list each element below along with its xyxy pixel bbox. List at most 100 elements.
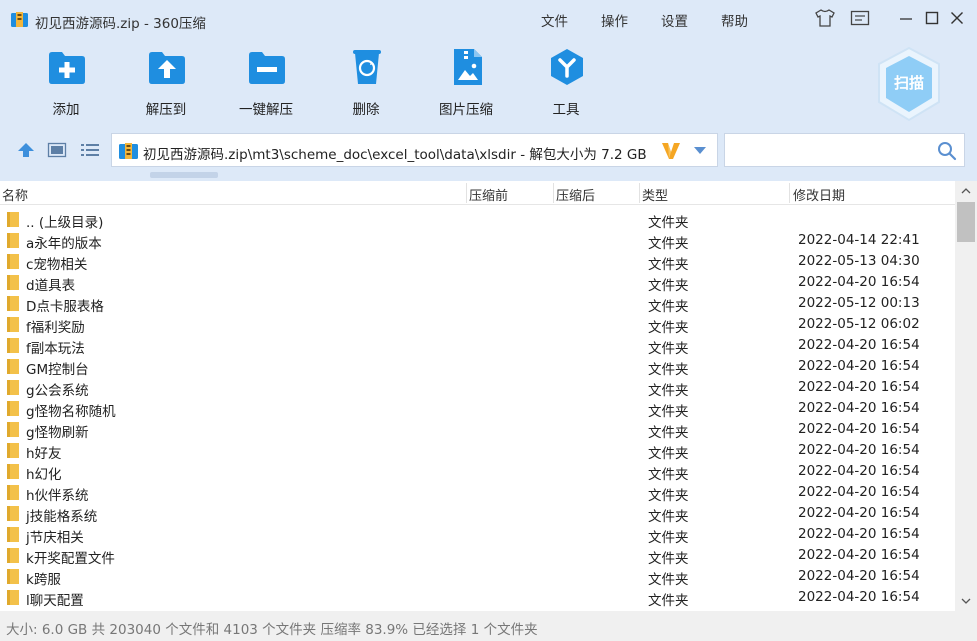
close-button[interactable] xyxy=(946,8,968,28)
file-type: 文件夹 xyxy=(648,404,689,420)
file-row[interactable]: g怪物刷新 文件夹 2022-04-20 16:54 xyxy=(0,419,955,441)
extract-to-button[interactable]: 解压到 xyxy=(120,47,212,121)
column-divider[interactable] xyxy=(789,183,790,203)
maximize-button[interactable] xyxy=(921,8,943,28)
file-row[interactable]: .. (上级目录) 文件夹 xyxy=(0,209,955,231)
file-modified-date: 2022-04-20 16:54 xyxy=(798,547,920,563)
image-compress-button[interactable]: 图片压缩 xyxy=(420,47,512,121)
menu-operation[interactable]: 操作 xyxy=(601,10,628,30)
file-row[interactable]: h伙伴系统 文件夹 2022-04-20 16:54 xyxy=(0,482,955,504)
file-row[interactable]: h好友 文件夹 2022-04-20 16:54 xyxy=(0,440,955,462)
file-row[interactable]: h幻化 文件夹 2022-04-20 16:54 xyxy=(0,461,955,483)
list-view-icon xyxy=(81,144,99,156)
file-row[interactable]: g怪物名称随机 文件夹 2022-04-20 16:54 xyxy=(0,398,955,420)
file-name: d道具表 xyxy=(26,278,76,294)
file-modified-date: 2022-04-20 16:54 xyxy=(798,358,920,374)
file-modified-date: 2022-04-14 22:41 xyxy=(798,232,920,248)
file-row[interactable]: k开奖配置文件 文件夹 2022-04-20 16:54 xyxy=(0,545,955,567)
image-compress-label: 图片压缩 xyxy=(439,102,493,118)
image-file-icon xyxy=(454,49,482,85)
add-label: 添加 xyxy=(52,102,80,118)
extract-to-label: 解压到 xyxy=(145,102,187,118)
file-row[interactable]: j节庆相关 文件夹 2022-04-20 16:54 xyxy=(0,524,955,546)
file-row[interactable]: k跨服 文件夹 2022-04-20 16:54 xyxy=(0,566,955,588)
minimize-button[interactable] xyxy=(895,8,917,28)
column-divider[interactable] xyxy=(466,183,467,203)
file-type: 文件夹 xyxy=(648,446,689,462)
file-modified-date: 2022-04-20 16:54 xyxy=(798,442,920,458)
column-name[interactable]: 名称 xyxy=(2,185,28,204)
search-icon[interactable] xyxy=(937,141,957,161)
path-bar[interactable]: 初见西游源码.zip\mt3\scheme_doc\excel_tool\dat… xyxy=(111,133,718,167)
file-row[interactable]: g公会系统 文件夹 2022-04-20 16:54 xyxy=(0,377,955,399)
file-type: 文件夹 xyxy=(648,509,689,525)
window-title: 初见西游源码.zip - 360压缩 xyxy=(35,16,206,32)
file-modified-date: 2022-04-20 16:54 xyxy=(798,400,920,416)
message-icon xyxy=(850,10,870,26)
menu-help[interactable]: 帮助 xyxy=(721,10,748,30)
up-level-button[interactable] xyxy=(16,141,36,159)
skin-button[interactable] xyxy=(814,8,836,28)
search-input[interactable] xyxy=(724,133,965,167)
file-modified-date: 2022-04-20 16:54 xyxy=(798,484,920,500)
file-name: c宠物相关 xyxy=(26,257,88,273)
file-row[interactable]: f福利奖励 文件夹 2022-05-12 06:02 xyxy=(0,314,955,336)
file-row[interactable]: j技能格系统 文件夹 2022-04-20 16:54 xyxy=(0,503,955,525)
chevron-down-icon xyxy=(961,598,971,604)
list-view-button[interactable] xyxy=(80,141,100,159)
folder-icon xyxy=(7,212,19,227)
delete-label: 删除 xyxy=(352,102,380,118)
file-row[interactable]: f副本玩法 文件夹 2022-04-20 16:54 xyxy=(0,335,955,357)
file-modified-date: 2022-04-20 16:54 xyxy=(798,274,920,290)
chevron-up-icon xyxy=(961,188,971,194)
scroll-up-button[interactable] xyxy=(955,181,977,201)
file-row[interactable]: l聊天配置 文件夹 2022-04-20 16:54 xyxy=(0,587,955,609)
tools-button[interactable]: 工具 xyxy=(520,47,612,121)
menu-settings[interactable]: 设置 xyxy=(661,10,688,30)
column-compressed-before[interactable]: 压缩前 xyxy=(469,185,508,204)
file-type: 文件夹 xyxy=(648,278,689,294)
file-row[interactable]: GM控制台 文件夹 2022-04-20 16:54 xyxy=(0,356,955,378)
file-name: j技能格系统 xyxy=(26,509,98,525)
column-type[interactable]: 类型 xyxy=(642,185,668,204)
thumbnail-view-button[interactable] xyxy=(47,141,67,159)
add-button[interactable]: 添加 xyxy=(20,47,112,121)
folder-icon xyxy=(7,590,19,605)
folder-icon xyxy=(7,506,19,521)
recycle-bin-icon xyxy=(353,50,381,84)
feedback-button[interactable] xyxy=(849,8,871,28)
scan-button[interactable]: 扫描 xyxy=(875,46,943,122)
scroll-down-button[interactable] xyxy=(955,591,977,611)
column-modified[interactable]: 修改日期 xyxy=(793,185,845,204)
tools-label: 工具 xyxy=(552,102,580,118)
folder-icon xyxy=(7,233,19,248)
file-row[interactable]: d道具表 文件夹 2022-04-20 16:54 xyxy=(0,272,955,294)
file-row[interactable]: D点卡服表格 文件夹 2022-05-12 00:13 xyxy=(0,293,955,315)
verified-v-icon[interactable] xyxy=(660,139,682,161)
chevron-down-icon[interactable] xyxy=(692,144,708,156)
file-modified-date: 2022-04-20 16:54 xyxy=(798,505,920,521)
file-modified-date: 2022-04-20 16:54 xyxy=(798,337,920,353)
delete-button[interactable]: 删除 xyxy=(320,47,412,121)
vertical-scrollbar[interactable] xyxy=(955,181,977,611)
column-compressed-after[interactable]: 压缩后 xyxy=(556,185,595,204)
file-type: 文件夹 xyxy=(648,320,689,336)
scroll-thumb[interactable] xyxy=(957,202,975,242)
file-type: 文件夹 xyxy=(648,425,689,441)
file-type: 文件夹 xyxy=(648,572,689,588)
archive-icon xyxy=(119,143,138,159)
folder-icon xyxy=(7,569,19,584)
folder-icon xyxy=(7,401,19,416)
file-row[interactable]: a永年的版本 文件夹 2022-04-14 22:41 xyxy=(0,230,955,252)
folder-icon xyxy=(7,296,19,311)
menu-file[interactable]: 文件 xyxy=(541,10,568,30)
folder-icon xyxy=(7,275,19,290)
column-divider[interactable] xyxy=(639,183,640,203)
tshirt-icon xyxy=(815,9,835,27)
file-row[interactable]: c宠物相关 文件夹 2022-05-13 04:30 xyxy=(0,251,955,273)
column-divider[interactable] xyxy=(553,183,554,203)
add-folder-icon xyxy=(49,52,85,84)
folder-icon xyxy=(7,443,19,458)
file-modified-date: 2022-04-20 16:54 xyxy=(798,379,920,395)
one-click-extract-button[interactable]: 一键解压 xyxy=(220,47,312,121)
